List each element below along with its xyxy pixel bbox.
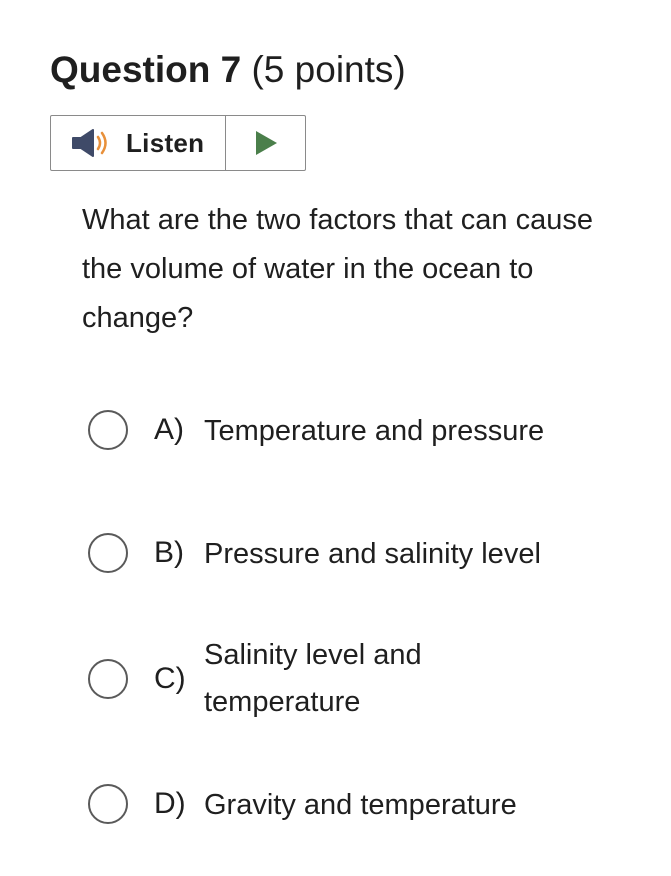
answer-choice-a[interactable]: A) Temperature and pressure	[88, 404, 544, 455]
question-number: Question 7	[50, 49, 242, 90]
play-icon	[255, 131, 277, 155]
play-button[interactable]	[226, 116, 305, 170]
question-prompt: What are the two factors that can cause …	[82, 204, 593, 334]
choice-text-c: Salinity level and temperature	[204, 639, 422, 718]
listen-widget: Listen	[50, 115, 306, 171]
choice-text-b: Pressure and salinity level	[204, 538, 541, 570]
choice-letter-a: A)	[154, 412, 184, 446]
radio-button-d[interactable]	[88, 783, 128, 824]
question-header: Question 7 (5 points)	[50, 48, 406, 92]
answer-choice-b[interactable]: B) Pressure and salinity level	[88, 527, 541, 578]
radio-button-a[interactable]	[88, 409, 128, 450]
choice-letter-b: B)	[154, 535, 184, 569]
choice-text-d: Gravity and temperature	[204, 789, 517, 821]
question-points: (5 points)	[251, 49, 406, 90]
radio-button-b[interactable]	[88, 532, 128, 573]
listen-button[interactable]: Listen	[51, 116, 226, 170]
speaker-icon	[72, 129, 107, 157]
choice-letter-d: D)	[154, 786, 186, 820]
choice-letter-c: C)	[154, 662, 186, 695]
listen-label: Listen	[126, 127, 205, 158]
answer-choice-d[interactable]: D) Gravity and temperature	[88, 778, 517, 829]
radio-button-c[interactable]	[88, 659, 128, 699]
choice-text-a: Temperature and pressure	[204, 415, 545, 447]
answer-choice-c[interactable]: C) Salinity level and temperature	[88, 632, 494, 726]
